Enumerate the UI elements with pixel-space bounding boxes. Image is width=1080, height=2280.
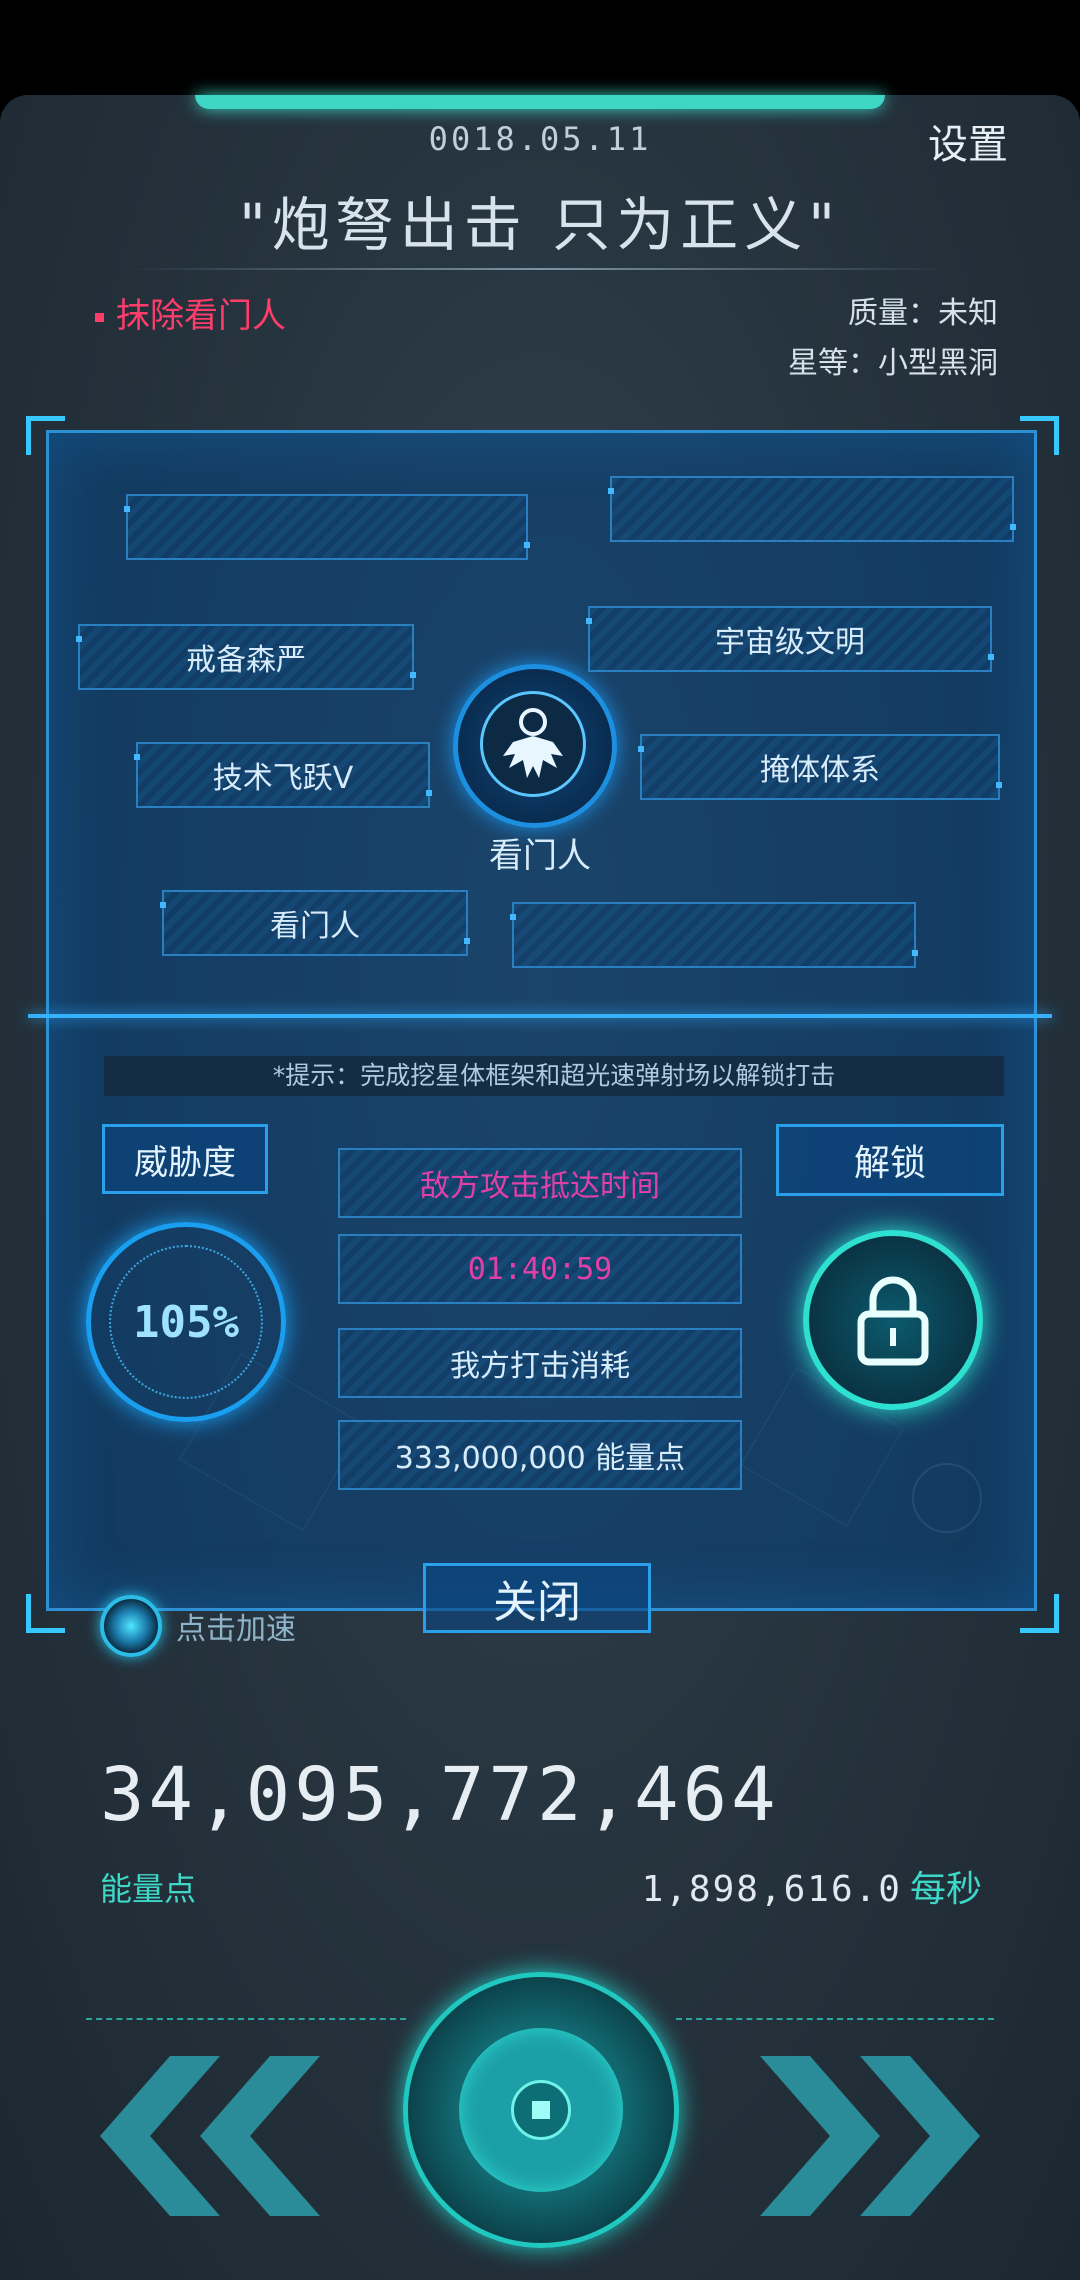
trait-tag <box>510 902 918 968</box>
unlock-hint: *提示：完成挖星体框架和超光速弹射场以解锁打击 <box>104 1056 1004 1096</box>
trait-tag: 看门人 <box>160 890 470 956</box>
threat-value: 105% <box>133 1296 239 1348</box>
panel-corner <box>26 416 65 455</box>
threat-gauge: 105% <box>86 1222 286 1422</box>
watchman-emblem <box>453 664 617 828</box>
fast-forward-icon[interactable] <box>760 2056 980 2216</box>
boost-button[interactable]: 点击加速 <box>100 1595 296 1657</box>
divider <box>130 268 950 270</box>
panel-corner <box>1020 1594 1059 1633</box>
enemy-arrival-time: 01:40:59 <box>338 1234 742 1304</box>
dashed-line <box>676 2018 994 2020</box>
main-button-core <box>511 2080 571 2140</box>
trait-tag <box>124 494 530 560</box>
lock-button[interactable] <box>803 1230 983 1410</box>
top-glow-bar <box>195 95 885 109</box>
panel-divider <box>28 1014 1052 1018</box>
boost-icon <box>100 1595 162 1657</box>
square-icon <box>532 2101 550 2119</box>
threat-label: 威胁度 <box>102 1124 268 1194</box>
our-cost-value: 333,000,000 能量点 <box>338 1420 742 1490</box>
our-cost-label: 我方打击消耗 <box>338 1328 742 1398</box>
trait-tag: 戒备森严 <box>76 624 416 690</box>
emblem-label: 看门人 <box>489 836 591 876</box>
game-date: 0018.05.11 <box>428 120 652 158</box>
energy-total: 34,095,772,464 <box>100 1752 780 1838</box>
watchman-emblem-icon <box>480 691 586 797</box>
trait-tag <box>608 476 1016 542</box>
quality-info: 质量：未知 <box>848 296 998 331</box>
dashed-line <box>86 2018 406 2020</box>
trait-tag: 宇宙级文明 <box>586 606 994 672</box>
enemy-arrival-label: 敌方攻击抵达时间 <box>338 1148 742 1218</box>
bullet-icon <box>95 313 104 322</box>
mission-target: 抹除看门人 <box>95 288 286 337</box>
unlock-button[interactable]: 解锁 <box>776 1124 1004 1196</box>
energy-unit: 能量点 <box>100 1870 197 1908</box>
energy-rate-value: 1,898,616.0 <box>641 1869 902 1910</box>
energy-rate-unit: 每秒 <box>909 1869 982 1910</box>
main-button-inner <box>459 2028 623 2192</box>
panel-corner <box>1020 416 1059 455</box>
star-class-info: 星等：小型黑洞 <box>788 346 998 381</box>
lock-icon <box>857 1276 929 1366</box>
trait-tag: 技术飞跃V <box>134 742 432 808</box>
main-action-button[interactable] <box>403 1972 679 2248</box>
close-button[interactable]: 关闭 <box>423 1563 651 1633</box>
energy-rate: 1,898,616.0 每秒 <box>642 1860 982 1912</box>
boost-label: 点击加速 <box>176 1612 296 1647</box>
panel-corner <box>26 1594 65 1633</box>
rewind-icon[interactable] <box>100 2056 320 2216</box>
mission-target-label: 抹除看门人 <box>116 296 286 336</box>
motto-title: "炮弩出击 只为正义" <box>239 191 841 259</box>
trait-tag: 掩体体系 <box>638 734 1002 800</box>
settings-button[interactable]: 设置 <box>928 112 1008 170</box>
